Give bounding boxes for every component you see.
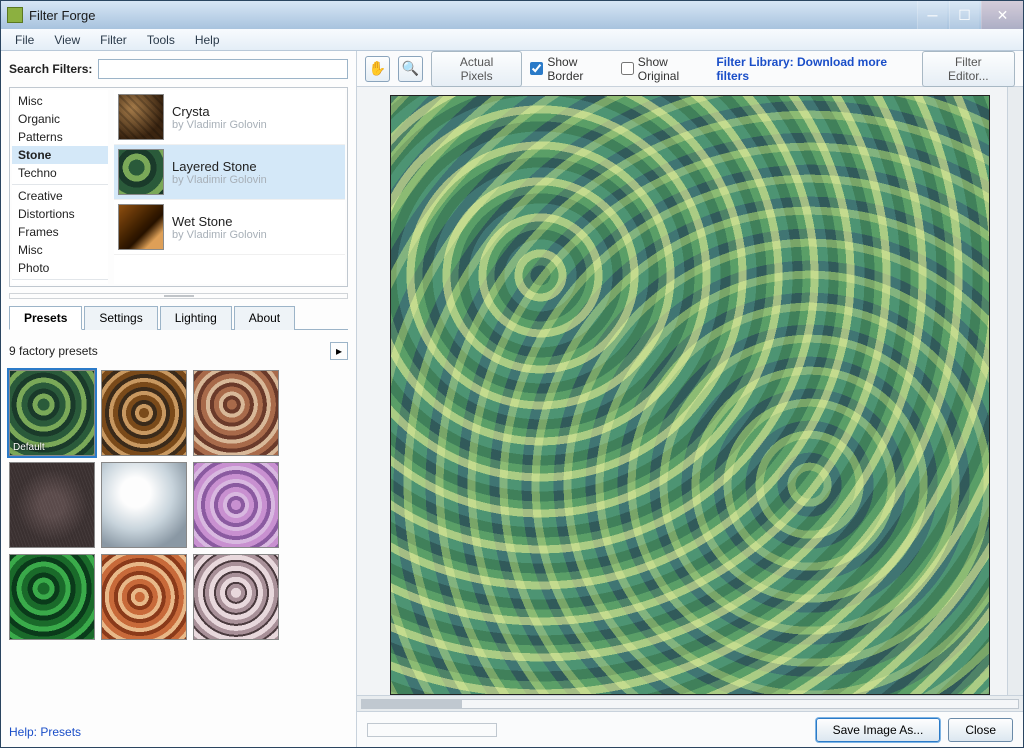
- preset-7[interactable]: [101, 554, 187, 640]
- preset-label: Default: [13, 442, 45, 453]
- filter-thumbnail: [118, 204, 164, 250]
- actual-pixels-button[interactable]: Actual Pixels: [431, 51, 523, 87]
- canvas-toolbar: ✋ 🔍 Actual Pixels Show Border Show Origi…: [357, 51, 1023, 87]
- filter-browser: MiscOrganicPatternsStoneTechnoCreativeDi…: [9, 87, 348, 287]
- window-title: Filter Forge: [29, 8, 917, 23]
- filter-item-crysta[interactable]: Crystaby Vladimir Golovin: [114, 90, 345, 145]
- filter-name: Crysta: [172, 104, 267, 119]
- category-distortions[interactable]: Distortions: [12, 205, 108, 223]
- category-patterns[interactable]: Patterns: [12, 128, 108, 146]
- progress-bar: [367, 723, 497, 737]
- category-stone[interactable]: Stone: [12, 146, 108, 164]
- show-border-input[interactable]: [530, 62, 543, 75]
- filter-library-link[interactable]: Filter Library: Download more filters: [716, 55, 913, 83]
- minimize-button[interactable]: ─: [917, 1, 947, 29]
- tabs: PresetsSettingsLightingAbout: [9, 305, 348, 330]
- filter-thumbnail: [118, 94, 164, 140]
- tab-presets[interactable]: Presets: [9, 306, 82, 330]
- category-organic[interactable]: Organic: [12, 110, 108, 128]
- filter-list[interactable]: Crystaby Vladimir GolovinLayered Stoneby…: [114, 90, 345, 284]
- preset-5[interactable]: [193, 462, 279, 548]
- pan-tool-button[interactable]: ✋: [365, 56, 390, 82]
- category-search[interactable]: Search: [12, 282, 108, 284]
- vertical-scrollbar[interactable]: [1007, 87, 1023, 695]
- magnifier-icon: 🔍: [402, 60, 419, 77]
- tab-lighting[interactable]: Lighting: [160, 306, 232, 330]
- bottom-bar: Save Image As... Close: [357, 711, 1023, 747]
- filter-author: by Vladimir Golovin: [172, 119, 267, 131]
- hand-icon: ✋: [369, 60, 386, 77]
- show-original-checkbox[interactable]: Show Original: [621, 55, 709, 83]
- close-footer-button[interactable]: Close: [948, 718, 1013, 742]
- presets-grid: Default: [9, 370, 348, 640]
- category-techno[interactable]: Techno: [12, 164, 108, 182]
- category-misc[interactable]: Misc: [12, 241, 108, 259]
- category-photo[interactable]: Photo: [12, 259, 108, 277]
- category-creative[interactable]: Creative: [12, 187, 108, 205]
- horizontal-scrollbar[interactable]: [357, 695, 1023, 711]
- filter-author: by Vladimir Golovin: [172, 229, 267, 241]
- maximize-button[interactable]: ☐: [949, 1, 979, 29]
- tab-about[interactable]: About: [234, 306, 295, 330]
- help-presets-link[interactable]: Help: Presets: [9, 717, 348, 739]
- preset-1[interactable]: [101, 370, 187, 456]
- search-label: Search Filters:: [9, 62, 92, 76]
- save-image-button[interactable]: Save Image As...: [816, 718, 941, 742]
- menu-help[interactable]: Help: [187, 31, 228, 49]
- close-button[interactable]: ✕: [981, 1, 1023, 29]
- preset-6[interactable]: [9, 554, 95, 640]
- preset-4[interactable]: [101, 462, 187, 548]
- panel-splitter[interactable]: [9, 293, 348, 299]
- preset-0[interactable]: Default: [9, 370, 95, 456]
- menubar: File View Filter Tools Help: [1, 29, 1023, 51]
- canvas-viewport[interactable]: [357, 87, 1023, 695]
- tab-settings[interactable]: Settings: [84, 306, 157, 330]
- filter-author: by Vladimir Golovin: [172, 174, 267, 186]
- zoom-tool-button[interactable]: 🔍: [398, 56, 423, 82]
- preset-2[interactable]: [193, 370, 279, 456]
- presets-count: 9 factory presets: [9, 344, 330, 358]
- titlebar[interactable]: Filter Forge ─ ☐ ✕: [1, 1, 1023, 29]
- app-icon: [7, 7, 23, 23]
- category-list[interactable]: MiscOrganicPatternsStoneTechnoCreativeDi…: [12, 90, 108, 284]
- filter-thumbnail: [118, 149, 164, 195]
- right-panel: ✋ 🔍 Actual Pixels Show Border Show Origi…: [357, 51, 1023, 747]
- menu-filter[interactable]: Filter: [92, 31, 135, 49]
- menu-view[interactable]: View: [46, 31, 88, 49]
- filter-editor-button[interactable]: Filter Editor...: [922, 51, 1015, 87]
- app-window: Filter Forge ─ ☐ ✕ File View Filter Tool…: [0, 0, 1024, 748]
- preview-canvas: [390, 95, 990, 695]
- expand-presets-button[interactable]: ▸: [330, 342, 348, 360]
- menu-file[interactable]: File: [7, 31, 42, 49]
- search-input[interactable]: [98, 59, 348, 79]
- filter-item-wet-stone[interactable]: Wet Stoneby Vladimir Golovin: [114, 200, 345, 255]
- filter-item-layered-stone[interactable]: Layered Stoneby Vladimir Golovin: [114, 145, 345, 200]
- left-panel: Search Filters: MiscOrganicPatternsStone…: [1, 51, 357, 747]
- preset-3[interactable]: [9, 462, 95, 548]
- menu-tools[interactable]: Tools: [139, 31, 183, 49]
- show-border-checkbox[interactable]: Show Border: [530, 55, 612, 83]
- filter-name: Wet Stone: [172, 214, 267, 229]
- show-original-input[interactable]: [621, 62, 634, 75]
- filter-name: Layered Stone: [172, 159, 267, 174]
- category-misc[interactable]: Misc: [12, 92, 108, 110]
- chevron-right-icon: ▸: [336, 344, 342, 358]
- preset-8[interactable]: [193, 554, 279, 640]
- category-frames[interactable]: Frames: [12, 223, 108, 241]
